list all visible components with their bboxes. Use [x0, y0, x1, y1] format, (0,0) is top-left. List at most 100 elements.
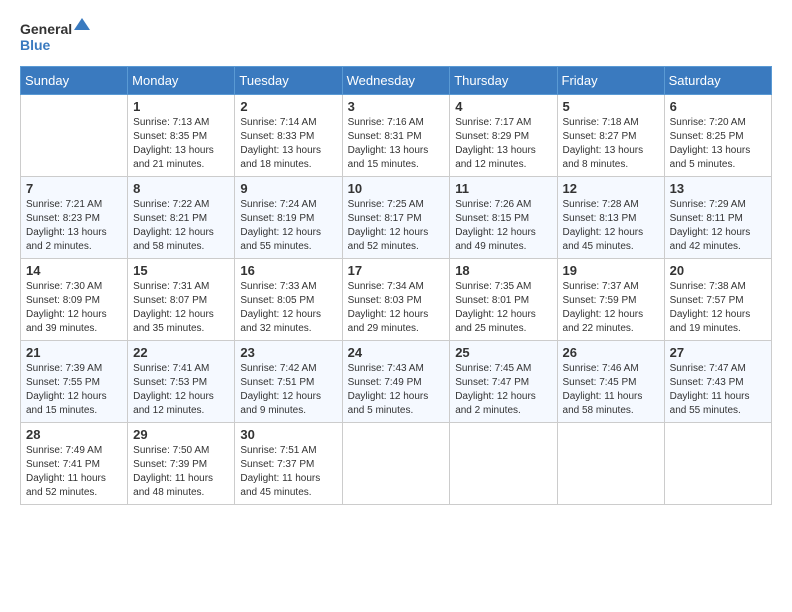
- day-number: 20: [670, 263, 766, 278]
- day-number: 10: [348, 181, 445, 196]
- day-header-tuesday: Tuesday: [235, 67, 342, 95]
- calendar-cell: 16 Sunrise: 7:33 AMSunset: 8:05 PMDayligh…: [235, 259, 342, 341]
- calendar-cell: 13 Sunrise: 7:29 AMSunset: 8:11 PMDayligh…: [664, 177, 771, 259]
- day-number: 30: [240, 427, 336, 442]
- calendar-cell: 14 Sunrise: 7:30 AMSunset: 8:09 PMDayligh…: [21, 259, 128, 341]
- day-info: Sunrise: 7:20 AMSunset: 8:25 PMDaylight:…: [670, 116, 766, 172]
- calendar-cell: 27 Sunrise: 7:47 AMSunset: 7:43 PMDayligh…: [664, 341, 771, 423]
- day-info: Sunrise: 7:41 AMSunset: 7:53 PMDaylight:…: [133, 362, 229, 418]
- day-info: Sunrise: 7:50 AMSunset: 7:39 PMDaylight:…: [133, 444, 229, 500]
- day-number: 6: [670, 99, 766, 114]
- day-info: Sunrise: 7:16 AMSunset: 8:31 PMDaylight:…: [348, 116, 445, 172]
- week-row-4: 21 Sunrise: 7:39 AMSunset: 7:55 PMDayligh…: [21, 341, 772, 423]
- day-number: 28: [26, 427, 122, 442]
- calendar-cell: [664, 423, 771, 505]
- day-number: 2: [240, 99, 336, 114]
- calendar-cell: 10 Sunrise: 7:25 AMSunset: 8:17 PMDayligh…: [342, 177, 450, 259]
- day-info: Sunrise: 7:24 AMSunset: 8:19 PMDaylight:…: [240, 198, 336, 254]
- day-info: Sunrise: 7:39 AMSunset: 7:55 PMDaylight:…: [26, 362, 122, 418]
- calendar-cell: 21 Sunrise: 7:39 AMSunset: 7:55 PMDayligh…: [21, 341, 128, 423]
- calendar-cell: 19 Sunrise: 7:37 AMSunset: 7:59 PMDayligh…: [557, 259, 664, 341]
- day-number: 13: [670, 181, 766, 196]
- day-number: 4: [455, 99, 551, 114]
- calendar-cell: 11Sunrise: 7:26 AMSunset: 8:15 PMDayligh…: [450, 177, 557, 259]
- header: General Blue: [20, 16, 772, 56]
- day-info: Sunrise: 7:21 AMSunset: 8:23 PMDaylight:…: [26, 198, 122, 254]
- calendar-cell: 5 Sunrise: 7:18 AMSunset: 8:27 PMDaylight…: [557, 95, 664, 177]
- calendar-cell: 3 Sunrise: 7:16 AMSunset: 8:31 PMDaylight…: [342, 95, 450, 177]
- day-info: Sunrise: 7:46 AMSunset: 7:45 PMDaylight:…: [563, 362, 659, 418]
- day-info: Sunrise: 7:18 AMSunset: 8:27 PMDaylight:…: [563, 116, 659, 172]
- week-row-5: 28Sunrise: 7:49 AMSunset: 7:41 PMDayligh…: [21, 423, 772, 505]
- calendar-cell: 15Sunrise: 7:31 AMSunset: 8:07 PMDayligh…: [128, 259, 235, 341]
- day-number: 5: [563, 99, 659, 114]
- day-info: Sunrise: 7:33 AMSunset: 8:05 PMDaylight:…: [240, 280, 336, 336]
- day-number: 7: [26, 181, 122, 196]
- day-info: Sunrise: 7:29 AMSunset: 8:11 PMDaylight:…: [670, 198, 766, 254]
- day-info: Sunrise: 7:30 AMSunset: 8:09 PMDaylight:…: [26, 280, 122, 336]
- day-info: Sunrise: 7:14 AMSunset: 8:33 PMDaylight:…: [240, 116, 336, 172]
- day-info: Sunrise: 7:17 AMSunset: 8:29 PMDaylight:…: [455, 116, 551, 172]
- calendar-cell: 25Sunrise: 7:45 AMSunset: 7:47 PMDayligh…: [450, 341, 557, 423]
- calendar-cell: 9 Sunrise: 7:24 AMSunset: 8:19 PMDaylight…: [235, 177, 342, 259]
- calendar-cell: 26Sunrise: 7:46 AMSunset: 7:45 PMDayligh…: [557, 341, 664, 423]
- day-number: 17: [348, 263, 445, 278]
- day-number: 23: [240, 345, 336, 360]
- day-number: 11: [455, 181, 551, 196]
- day-number: 27: [670, 345, 766, 360]
- week-row-1: 1Sunrise: 7:13 AMSunset: 8:35 PMDaylight…: [21, 95, 772, 177]
- calendar-cell: 2 Sunrise: 7:14 AMSunset: 8:33 PMDaylight…: [235, 95, 342, 177]
- calendar-cell: [342, 423, 450, 505]
- calendar-cell: 6 Sunrise: 7:20 AMSunset: 8:25 PMDaylight…: [664, 95, 771, 177]
- calendar: SundayMondayTuesdayWednesdayThursdayFrid…: [20, 66, 772, 505]
- calendar-cell: 30 Sunrise: 7:51 AMSunset: 7:37 PMDayligh…: [235, 423, 342, 505]
- calendar-cell: 18 Sunrise: 7:35 AMSunset: 8:01 PMDayligh…: [450, 259, 557, 341]
- day-info: Sunrise: 7:31 AMSunset: 8:07 PMDaylight:…: [133, 280, 229, 336]
- calendar-cell: 7 Sunrise: 7:21 AMSunset: 8:23 PMDaylight…: [21, 177, 128, 259]
- svg-text:General: General: [20, 21, 72, 37]
- day-info: Sunrise: 7:22 AMSunset: 8:21 PMDaylight:…: [133, 198, 229, 254]
- day-number: 8: [133, 181, 229, 196]
- day-number: 9: [240, 181, 336, 196]
- calendar-cell: 20 Sunrise: 7:38 AMSunset: 7:57 PMDayligh…: [664, 259, 771, 341]
- calendar-cell: 22 Sunrise: 7:41 AMSunset: 7:53 PMDayligh…: [128, 341, 235, 423]
- day-info: Sunrise: 7:25 AMSunset: 8:17 PMDaylight:…: [348, 198, 445, 254]
- calendar-cell: 28Sunrise: 7:49 AMSunset: 7:41 PMDayligh…: [21, 423, 128, 505]
- calendar-cell: [450, 423, 557, 505]
- week-row-2: 7 Sunrise: 7:21 AMSunset: 8:23 PMDaylight…: [21, 177, 772, 259]
- day-header-thursday: Thursday: [450, 67, 557, 95]
- svg-text:Blue: Blue: [20, 37, 51, 53]
- calendar-cell: 24Sunrise: 7:43 AMSunset: 7:49 PMDayligh…: [342, 341, 450, 423]
- day-number: 25: [455, 345, 551, 360]
- calendar-cell: 8 Sunrise: 7:22 AMSunset: 8:21 PMDaylight…: [128, 177, 235, 259]
- day-number: 21: [26, 345, 122, 360]
- calendar-cell: 17 Sunrise: 7:34 AMSunset: 8:03 PMDayligh…: [342, 259, 450, 341]
- day-info: Sunrise: 7:35 AMSunset: 8:01 PMDaylight:…: [455, 280, 551, 336]
- day-number: 14: [26, 263, 122, 278]
- day-number: 16: [240, 263, 336, 278]
- day-header-friday: Friday: [557, 67, 664, 95]
- logo: General Blue: [20, 16, 90, 56]
- day-info: Sunrise: 7:51 AMSunset: 7:37 PMDaylight:…: [240, 444, 336, 500]
- day-header-saturday: Saturday: [664, 67, 771, 95]
- day-number: 18: [455, 263, 551, 278]
- day-header-monday: Monday: [128, 67, 235, 95]
- day-number: 19: [563, 263, 659, 278]
- logo-svg: General Blue: [20, 16, 90, 56]
- calendar-cell: 4 Sunrise: 7:17 AMSunset: 8:29 PMDaylight…: [450, 95, 557, 177]
- calendar-cell: 1Sunrise: 7:13 AMSunset: 8:35 PMDaylight…: [128, 95, 235, 177]
- day-header-wednesday: Wednesday: [342, 67, 450, 95]
- day-info: Sunrise: 7:37 AMSunset: 7:59 PMDaylight:…: [563, 280, 659, 336]
- day-info: Sunrise: 7:34 AMSunset: 8:03 PMDaylight:…: [348, 280, 445, 336]
- day-number: 3: [348, 99, 445, 114]
- day-number: 12: [563, 181, 659, 196]
- day-info: Sunrise: 7:43 AMSunset: 7:49 PMDaylight:…: [348, 362, 445, 418]
- day-info: Sunrise: 7:47 AMSunset: 7:43 PMDaylight:…: [670, 362, 766, 418]
- day-number: 29: [133, 427, 229, 442]
- calendar-cell: 12 Sunrise: 7:28 AMSunset: 8:13 PMDayligh…: [557, 177, 664, 259]
- day-number: 22: [133, 345, 229, 360]
- day-info: Sunrise: 7:38 AMSunset: 7:57 PMDaylight:…: [670, 280, 766, 336]
- day-info: Sunrise: 7:13 AMSunset: 8:35 PMDaylight:…: [133, 116, 229, 172]
- day-info: Sunrise: 7:28 AMSunset: 8:13 PMDaylight:…: [563, 198, 659, 254]
- calendar-header-row: SundayMondayTuesdayWednesdayThursdayFrid…: [21, 67, 772, 95]
